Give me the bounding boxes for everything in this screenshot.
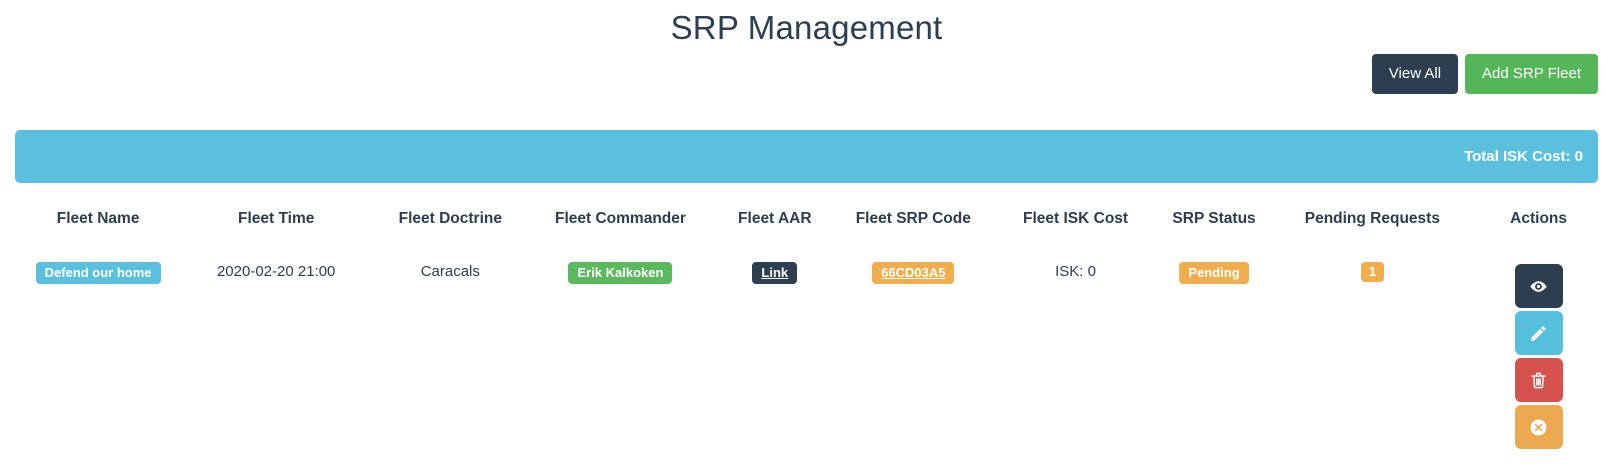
cell-fleet-name: Defend our home bbox=[15, 244, 181, 449]
table-row: Defend our home 2020-02-20 21:00 Caracal… bbox=[15, 244, 1598, 449]
edit-fleet-button[interactable] bbox=[1515, 311, 1563, 355]
view-fleet-button[interactable] bbox=[1515, 264, 1563, 308]
fleet-commander-badge: Erik Kalkoken bbox=[568, 262, 672, 284]
cell-fleet-time: 2020-02-20 21:00 bbox=[181, 244, 371, 449]
times-circle-icon bbox=[1529, 418, 1548, 437]
header-srp-status: SRP Status bbox=[1163, 210, 1266, 244]
cell-fleet-isk-cost: ISK: 0 bbox=[988, 244, 1162, 449]
page-title: SRP Management bbox=[15, 0, 1598, 47]
total-isk-cost-label: Total ISK Cost: 0 bbox=[1464, 148, 1583, 165]
srp-management-page: SRP Management View All Add SRP Fleet To… bbox=[15, 0, 1598, 449]
pending-requests-badge: 1 bbox=[1361, 262, 1384, 282]
cell-actions bbox=[1479, 244, 1598, 449]
cell-fleet-srp-code: 66CD03A5 bbox=[838, 244, 988, 449]
pencil-icon bbox=[1529, 324, 1548, 343]
header-fleet-doctrine: Fleet Doctrine bbox=[371, 210, 529, 244]
table-header-row: Fleet Name Fleet Time Fleet Doctrine Fle… bbox=[15, 210, 1598, 244]
fleet-aar-link[interactable]: Link bbox=[752, 262, 797, 284]
delete-fleet-button[interactable] bbox=[1515, 358, 1563, 402]
header-fleet-name: Fleet Name bbox=[15, 210, 181, 244]
header-fleet-commander: Fleet Commander bbox=[529, 210, 711, 244]
cell-srp-status: Pending bbox=[1163, 244, 1266, 449]
trash-icon bbox=[1529, 371, 1548, 390]
header-fleet-isk-cost: Fleet ISK Cost bbox=[988, 210, 1162, 244]
cell-fleet-aar: Link bbox=[711, 244, 838, 449]
header-fleet-time: Fleet Time bbox=[181, 210, 371, 244]
srp-fleet-table: Fleet Name Fleet Time Fleet Doctrine Fle… bbox=[15, 210, 1598, 449]
cell-pending-requests: 1 bbox=[1266, 244, 1480, 449]
header-fleet-aar: Fleet AAR bbox=[711, 210, 838, 244]
header-actions: Actions bbox=[1479, 210, 1598, 244]
view-all-button[interactable]: View All bbox=[1372, 54, 1458, 94]
cancel-fleet-button[interactable] bbox=[1515, 405, 1563, 449]
header-pending-requests: Pending Requests bbox=[1266, 210, 1480, 244]
toolbar: View All Add SRP Fleet bbox=[15, 54, 1598, 94]
actions-stack bbox=[1483, 264, 1594, 449]
fleet-srp-code-link[interactable]: 66CD03A5 bbox=[872, 262, 954, 284]
cell-fleet-doctrine: Caracals bbox=[371, 244, 529, 449]
fleet-name-badge: Defend our home bbox=[36, 262, 161, 284]
srp-status-badge: Pending bbox=[1179, 262, 1248, 284]
eye-icon bbox=[1529, 277, 1548, 296]
cell-fleet-commander: Erik Kalkoken bbox=[529, 244, 711, 449]
add-srp-fleet-button[interactable]: Add SRP Fleet bbox=[1465, 54, 1598, 94]
total-isk-cost-bar: Total ISK Cost: 0 bbox=[15, 130, 1598, 183]
header-fleet-srp-code: Fleet SRP Code bbox=[838, 210, 988, 244]
